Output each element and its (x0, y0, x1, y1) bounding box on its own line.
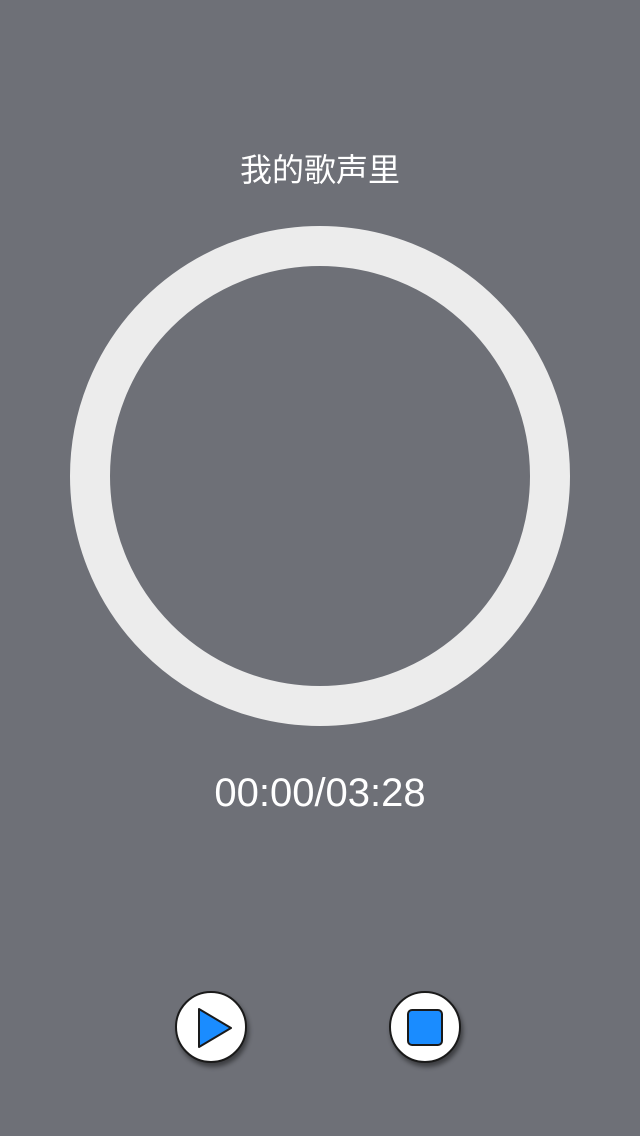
time-display: 00:00/03:28 (214, 771, 426, 815)
song-title: 我的歌声里 (239, 151, 400, 189)
stop-button[interactable] (389, 991, 461, 1063)
stop-icon (407, 1009, 443, 1046)
play-button[interactable] (175, 991, 247, 1063)
progress-ring (70, 226, 570, 726)
play-icon (198, 1008, 232, 1048)
progress-ring-track (70, 226, 570, 726)
